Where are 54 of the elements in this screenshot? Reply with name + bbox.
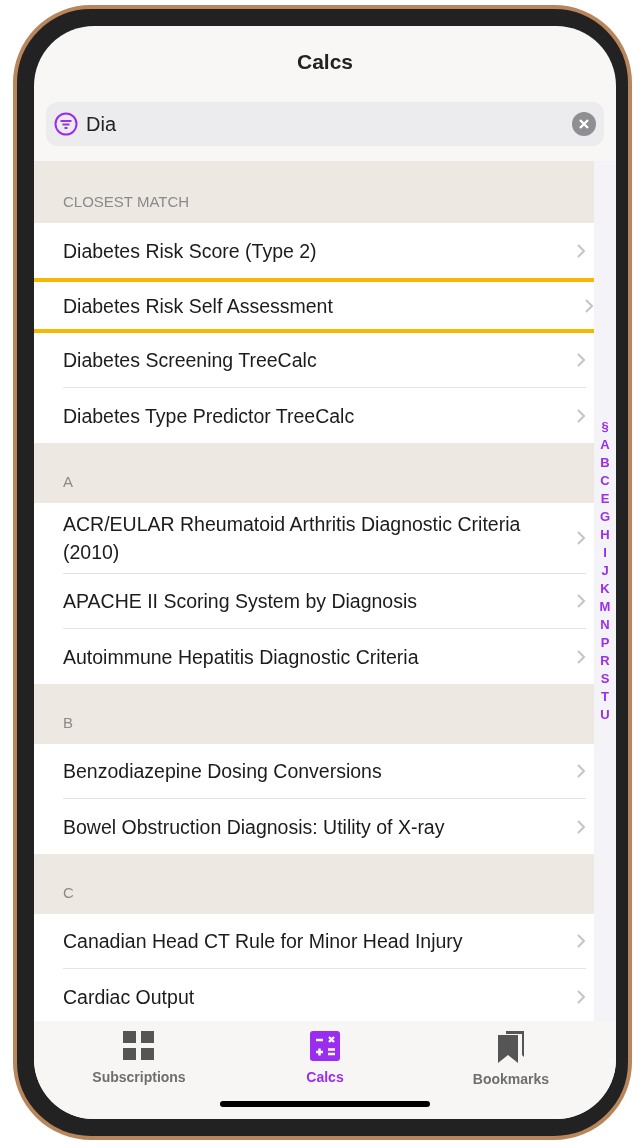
list-item[interactable]: Diabetes Type Predictor TreeCalc	[34, 388, 594, 443]
list-item[interactable]: Benzodiazepine Dosing Conversions	[34, 744, 594, 799]
index-letter[interactable]: T	[601, 688, 609, 706]
index-letter[interactable]: S	[600, 670, 610, 688]
tab-button[interactable]: Calcs	[260, 1031, 390, 1088]
chevron-icon	[576, 988, 586, 1005]
index-letter[interactable]: A	[600, 436, 610, 454]
screen-title: Calcs	[296, 49, 353, 75]
list-item[interactable]: Diabetes Risk Score (Type 2)	[34, 223, 594, 278]
tab-button[interactable]: Bookmarks	[446, 1031, 576, 1090]
search-value: Dia	[86, 112, 117, 137]
index-letter[interactable]: C	[600, 472, 610, 490]
chevron-icon	[576, 763, 586, 779]
chevron-icon	[576, 530, 586, 546]
search-field[interactable]: Dia	[46, 102, 604, 146]
clear-icon[interactable]	[572, 112, 596, 136]
list-item[interactable]: Cardiac Output	[34, 969, 594, 1021]
index-letter[interactable]: G	[599, 508, 611, 526]
chevron-icon	[576, 933, 586, 949]
list-item[interactable]: Diabetes Screening TreeCalc	[34, 333, 594, 388]
chevron-icon	[576, 352, 586, 368]
index-letter[interactable]: J	[601, 562, 609, 580]
bookmarks-icon	[498, 1031, 524, 1063]
section-header: C	[34, 854, 594, 914]
index-letter[interactable]: E	[600, 490, 610, 508]
list-item[interactable]: Autoimmune Hepatitis Diagnostic Criteria	[34, 629, 594, 684]
index-letter[interactable]: I	[603, 544, 607, 562]
chevron-icon	[576, 818, 586, 835]
filter-icon	[54, 112, 78, 136]
chevron-icon	[576, 593, 586, 609]
grid-icon	[123, 1031, 155, 1061]
list-item[interactable]: Canadian Head CT Rule for Minor Head Injury	[34, 914, 594, 969]
list-item[interactable]: Bowel Obstruction Diagnosis: Utility of X-ray	[34, 799, 594, 854]
section-header: A	[34, 443, 594, 503]
list-item[interactable]: ACR/EULAR Rheumatoid Arthritis Diagnostic Criteria (2010)	[34, 503, 594, 574]
index-letter[interactable]: B	[600, 454, 610, 472]
chevron-icon	[576, 407, 586, 424]
index-letter[interactable]: U	[600, 706, 610, 724]
index-letter[interactable]: P	[600, 634, 610, 652]
tab-button[interactable]: Subscriptions	[74, 1031, 204, 1088]
chevron-icon	[584, 297, 594, 314]
index-letter[interactable]: §	[601, 418, 609, 436]
list-item[interactable]: Diabetes Risk Self Assessment	[34, 278, 594, 333]
chevron-icon	[576, 648, 586, 665]
section-header: B	[34, 684, 594, 744]
index-letter[interactable]: R	[600, 652, 610, 670]
index-letter[interactable]: K	[600, 580, 610, 598]
list-item[interactable]: APACHE II Scoring System by Diagnosis	[34, 574, 594, 629]
section-header: CLOSEST MATCH	[34, 161, 594, 223]
calculator-icon	[310, 1031, 340, 1061]
index-letter[interactable]: H	[600, 526, 610, 544]
chevron-icon	[576, 242, 586, 259]
index-letter[interactable]: N	[600, 616, 610, 634]
index-letter[interactable]: M	[599, 598, 611, 616]
